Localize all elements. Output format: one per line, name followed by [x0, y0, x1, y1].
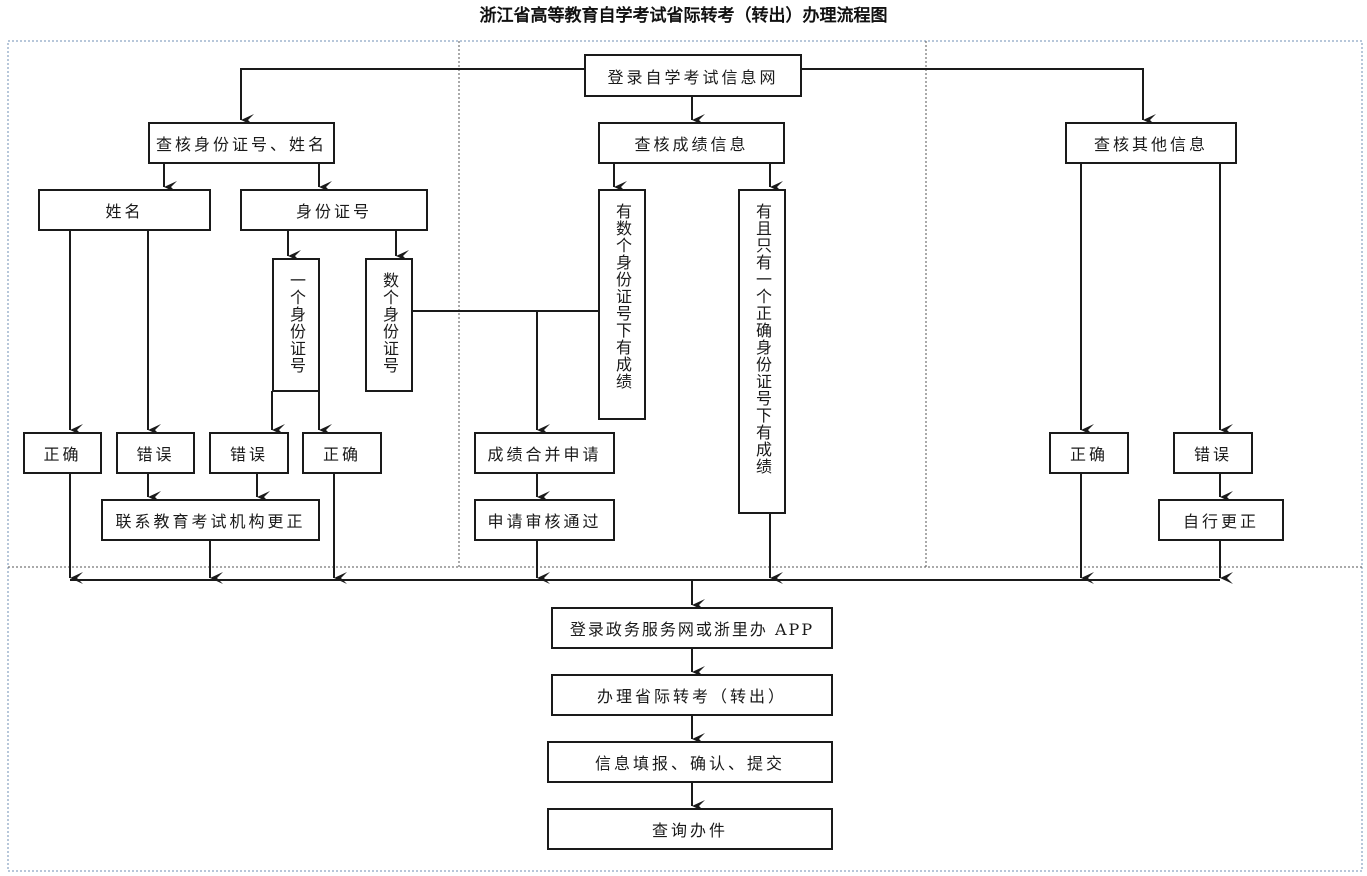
node-name-correct: 正确 [23, 432, 102, 474]
node-id-number: 身份证号 [240, 189, 428, 231]
node-id-wrong: 错误 [209, 432, 289, 474]
node-application-approved: 申请审核通过 [474, 499, 615, 541]
connector-login-to-other [801, 68, 1156, 126]
node-scores-under-multiple-ids: 有数个身份证号下有成绩 [598, 189, 646, 420]
node-merge-scores-application: 成绩合并申请 [474, 432, 615, 474]
node-other-correct: 正确 [1049, 432, 1129, 474]
node-login-exam-site: 登录自学考试信息网 [584, 54, 802, 97]
node-login-gov-service: 登录政务服务网或浙里办 APP [551, 607, 833, 649]
node-name-wrong: 错误 [116, 432, 195, 474]
node-other-wrong: 错误 [1173, 432, 1253, 474]
node-check-scores: 查核成绩信息 [598, 122, 785, 164]
node-multiple-ids: 数个身份证号 [365, 258, 413, 392]
node-multiple-ids-label: 数个身份证号 [380, 272, 399, 374]
connector-login-to-id-name [240, 68, 584, 126]
node-id-correct: 正确 [302, 432, 382, 474]
node-self-correct: 自行更正 [1158, 499, 1284, 541]
node-query-case: 查询办件 [547, 808, 833, 850]
node-one-id: 一个身份证号 [272, 258, 320, 392]
node-scores-one-label: 有且只有一个正确身份证号下有成绩 [753, 203, 772, 475]
node-fill-confirm-submit: 信息填报、确认、提交 [547, 741, 833, 783]
node-contact-exam-office: 联系教育考试机构更正 [101, 499, 320, 541]
node-handle-transfer: 办理省际转考（转出） [551, 674, 833, 716]
node-scores-multi-label: 有数个身份证号下有成绩 [613, 203, 632, 390]
node-name: 姓名 [38, 189, 211, 231]
node-check-other: 查核其他信息 [1065, 122, 1237, 164]
node-check-id-name: 查核身份证号、姓名 [148, 122, 335, 164]
node-one-id-label: 一个身份证号 [287, 272, 306, 374]
node-scores-under-one-correct-id: 有且只有一个正确身份证号下有成绩 [738, 189, 786, 514]
